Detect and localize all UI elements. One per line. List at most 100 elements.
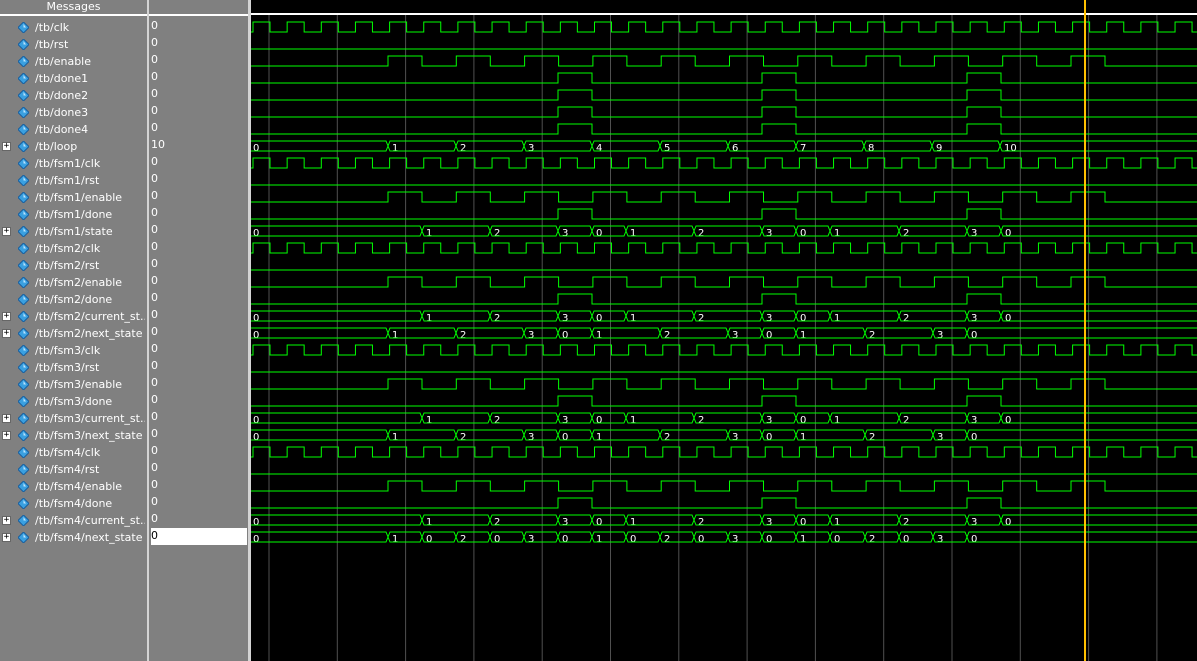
signal-row[interactable]: /tb/fsm4/done — [0, 495, 147, 512]
bus-value: 1 — [392, 432, 398, 443]
signal-row[interactable]: /tb/done3 — [0, 104, 147, 121]
signal-row[interactable]: /tb/fsm1/enable — [0, 189, 147, 206]
signal-row[interactable]: /tb/fsm3/rst — [0, 359, 147, 376]
bus-value: 0 — [253, 517, 259, 528]
bus-value: 0 — [494, 534, 500, 545]
signal-row[interactable]: /tb/rst — [0, 36, 147, 53]
bus-value: 1 — [834, 228, 840, 239]
signal-row[interactable]: /tb/done2 — [0, 87, 147, 104]
expand-icon[interactable]: + — [2, 516, 11, 525]
signal-row[interactable]: /tb/fsm2/clk — [0, 240, 147, 257]
bus-value: 1 — [596, 330, 602, 341]
signal-value: 0 — [151, 495, 158, 508]
signal-diamond-icon — [18, 430, 29, 441]
clock-wave — [251, 344, 1197, 356]
signal-row[interactable]: /tb/fsm3/clk — [0, 342, 147, 359]
signal-value: 0 — [151, 444, 158, 457]
expand-icon[interactable]: + — [2, 227, 11, 236]
signal-row[interactable]: /tb/done4 — [0, 121, 147, 138]
signal-row[interactable]: /tb/fsm3/done — [0, 393, 147, 410]
signal-value: 0 — [151, 257, 158, 270]
bus-value: 3 — [937, 432, 943, 443]
bus-value: 3 — [766, 415, 772, 426]
bus-value: 3 — [971, 517, 977, 528]
bus-value: 2 — [698, 228, 704, 239]
signal-diamond-icon — [18, 124, 29, 135]
bus-value: 2 — [494, 415, 500, 426]
bus-value: 0 — [596, 415, 602, 426]
bus-value: 0 — [253, 415, 259, 426]
signal-value: 0 — [151, 274, 158, 287]
bus-value: 3 — [971, 313, 977, 324]
signal-name: /tb/fsm2/next_state — [35, 327, 143, 340]
signal-row[interactable]: + /tb/fsm1/state — [0, 223, 147, 240]
signal-row[interactable]: + /tb/fsm4/current_st... — [0, 512, 147, 529]
signal-row[interactable]: /tb/fsm3/enable — [0, 376, 147, 393]
signal-row[interactable]: /tb/done1 — [0, 70, 147, 87]
pane-splitter[interactable] — [147, 0, 149, 661]
expand-icon[interactable]: + — [2, 414, 11, 423]
bus-value: 4 — [596, 143, 602, 154]
signal-value: 0 — [151, 528, 247, 545]
signal-value: 0 — [151, 104, 158, 117]
expand-icon[interactable]: + — [2, 431, 11, 440]
bus-value: 1 — [630, 313, 636, 324]
enable-wave — [251, 55, 1197, 67]
bus-value: 2 — [869, 432, 875, 443]
signal-value: 0 — [151, 410, 158, 423]
bus-value: 6 — [732, 143, 738, 154]
signal-row[interactable]: /tb/clk — [0, 19, 147, 36]
signal-value: 0 — [151, 206, 158, 219]
done-wave — [251, 89, 1197, 101]
bus-value: 1 — [834, 517, 840, 528]
expand-icon[interactable]: + — [2, 142, 11, 151]
expand-icon[interactable]: + — [2, 312, 11, 321]
signal-name: /tb/fsm3/done — [35, 395, 113, 408]
signal-row[interactable]: /tb/fsm4/rst — [0, 461, 147, 478]
bus-wave — [251, 412, 1197, 424]
signal-row[interactable]: + /tb/fsm2/next_state — [0, 325, 147, 342]
bus-value: 2 — [869, 534, 875, 545]
signal-row[interactable]: /tb/fsm1/rst — [0, 172, 147, 189]
signal-row[interactable]: + /tb/fsm3/current_st... — [0, 410, 147, 427]
signal-row[interactable]: /tb/fsm1/done — [0, 206, 147, 223]
expand-icon[interactable]: + — [2, 329, 11, 338]
bus-value: 3 — [732, 534, 738, 545]
signal-diamond-icon — [18, 294, 29, 305]
signal-name: /tb/fsm2/rst — [35, 259, 100, 272]
bus-value: 0 — [766, 534, 772, 545]
waveform-canvas[interactable]: 0 1 2 3 4 5 6 7 8 9 100 1 2 3 0 1 2 3 0 1 2 3 00 1 2 3 0 1 2 3 0 1 2 3 00 1… — [251, 0, 1197, 661]
bus-value: 0 — [800, 517, 806, 528]
signal-row[interactable]: /tb/fsm1/clk — [0, 155, 147, 172]
done-wave — [251, 395, 1197, 407]
signal-row[interactable]: + /tb/loop — [0, 138, 147, 155]
signal-row[interactable]: /tb/fsm2/done — [0, 291, 147, 308]
signal-name: /tb/fsm4/enable — [35, 480, 123, 493]
signal-row[interactable]: /tb/fsm2/enable — [0, 274, 147, 291]
bus-value: 0 — [766, 432, 772, 443]
signal-row[interactable]: + /tb/fsm3/next_state — [0, 427, 147, 444]
signal-row[interactable]: /tb/fsm2/rst — [0, 257, 147, 274]
signal-diamond-icon — [18, 90, 29, 101]
signal-value: 0 — [151, 121, 158, 134]
signal-row[interactable]: /tb/enable — [0, 53, 147, 70]
bus-value: 2 — [460, 534, 466, 545]
signal-diamond-icon — [18, 260, 29, 271]
bus-value: 2 — [698, 313, 704, 324]
bus-value: 0 — [253, 143, 259, 154]
signal-row[interactable]: /tb/fsm4/clk — [0, 444, 147, 461]
expand-icon[interactable]: + — [2, 533, 11, 542]
signal-name: /tb/enable — [35, 55, 91, 68]
signal-row[interactable]: + /tb/fsm4/next_state — [0, 529, 147, 546]
clock-wave — [251, 446, 1197, 458]
signal-row[interactable]: /tb/fsm4/enable — [0, 478, 147, 495]
bus-value: 3 — [971, 415, 977, 426]
enable-wave — [251, 378, 1197, 390]
signal-value: 0 — [151, 87, 158, 100]
bus-value: 1 — [392, 330, 398, 341]
bus-value: 3 — [937, 330, 943, 341]
signal-value: 0 — [151, 291, 158, 304]
signal-row[interactable]: + /tb/fsm2/current_st... — [0, 308, 147, 325]
bus-value: 1 — [630, 228, 636, 239]
signal-diamond-icon — [18, 158, 29, 169]
